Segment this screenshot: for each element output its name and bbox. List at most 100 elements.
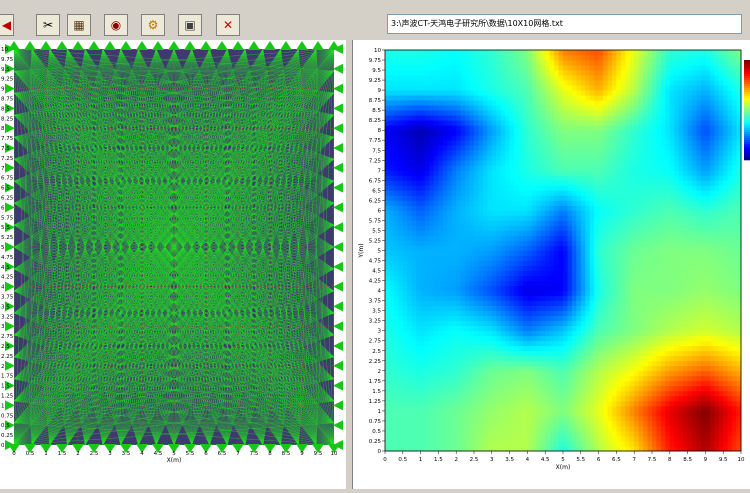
heatmap-cell — [634, 401, 639, 406]
heatmap-cell — [639, 230, 644, 235]
heatmap-cell — [514, 230, 519, 235]
heatmap-cell — [519, 351, 524, 356]
heatmap-cell — [434, 50, 439, 55]
heatmap-cell — [505, 406, 510, 411]
heatmap-cell — [563, 301, 568, 306]
heatmap-cell — [523, 115, 528, 120]
heatmap-cell — [603, 261, 608, 266]
heatmap-cell — [621, 351, 626, 356]
heatmap-cell — [550, 426, 555, 431]
heatmap-cell — [514, 306, 519, 311]
close-button[interactable]: ✕ — [216, 14, 240, 36]
heatmap-cell — [385, 135, 390, 140]
heatmap-cell — [572, 251, 577, 256]
heatmap-cell — [523, 391, 528, 396]
heatmap-cell — [527, 416, 532, 421]
heatmap-cell — [648, 411, 653, 416]
heatmap-cell — [501, 115, 506, 120]
heatmap-cell — [519, 296, 524, 301]
left-arrow-icon[interactable]: ◀ — [0, 14, 14, 36]
heatmap-cell — [474, 286, 479, 291]
heatmap-cell — [563, 421, 568, 426]
heatmap-cell — [385, 130, 390, 135]
heatmap-cell — [447, 301, 452, 306]
heatmap-cell — [443, 145, 448, 150]
heatmap-cell — [492, 441, 497, 446]
heatmap-cell — [639, 436, 644, 441]
heatmap-cell — [501, 220, 506, 225]
heatmap-cell — [652, 441, 657, 446]
heatmap-cell — [496, 316, 501, 321]
heatmap-cell — [572, 336, 577, 341]
heatmap-cell — [572, 180, 577, 185]
heatmap-cell — [585, 110, 590, 115]
heatmap-cell — [559, 406, 564, 411]
heatmap-cell — [603, 90, 608, 95]
heatmap-cell — [554, 195, 559, 200]
file-path-field[interactable]: 3:\声波CT-天鸿电子研究所\数据\10X10网格.txt — [387, 14, 742, 34]
heatmap-cell — [572, 406, 577, 411]
heatmap-cell — [550, 70, 555, 75]
heatmap-cell — [407, 50, 412, 55]
heatmap-cell — [394, 276, 399, 281]
heatmap-cell — [483, 100, 488, 105]
heatmap-cell — [545, 441, 550, 446]
transducer-marker — [5, 400, 15, 410]
heatmap-cell — [585, 431, 590, 436]
contour-button[interactable]: ◉ — [104, 14, 128, 36]
heatmap-cell — [385, 301, 390, 306]
heatmap-cell — [643, 266, 648, 271]
heatmap-cell — [510, 150, 515, 155]
heatmap-cell — [527, 341, 532, 346]
heatmap-cell — [541, 140, 546, 145]
heatmap-cell — [630, 361, 635, 366]
panel-splitter[interactable] — [345, 40, 353, 489]
heatmap-cell — [576, 441, 581, 446]
settings-button[interactable]: ⚙ — [141, 14, 165, 36]
heatmap-cell — [412, 120, 417, 125]
heatmap-cell — [470, 361, 475, 366]
heatmap-cell — [403, 411, 408, 416]
heatmap-cell — [550, 230, 555, 235]
heatmap-cell — [567, 326, 572, 331]
heatmap-cell — [470, 431, 475, 436]
heatmap-cell — [648, 140, 653, 145]
heatmap-cell — [434, 75, 439, 80]
heatmap-cell — [594, 120, 599, 125]
heatmap-cell — [461, 256, 466, 261]
heatmap-cell — [456, 426, 461, 431]
heatmap-cell — [643, 130, 648, 135]
heatmap-cell — [648, 195, 653, 200]
heatmap-cell — [456, 416, 461, 421]
heatmap-cell — [590, 105, 595, 110]
heatmap-cell — [559, 155, 564, 160]
tools-button[interactable]: ✂ — [36, 14, 60, 36]
heatmap-cell — [483, 326, 488, 331]
export-button[interactable]: ▣ — [178, 14, 202, 36]
heatmap-cell — [554, 95, 559, 100]
heatmap-cell — [603, 165, 608, 170]
heatmap-cell — [483, 376, 488, 381]
heatmap-cell — [550, 321, 555, 326]
heatmap-cell — [616, 361, 621, 366]
heatmap-cell — [532, 155, 537, 160]
heatmap-cell — [648, 391, 653, 396]
heatmap-cell — [621, 75, 626, 80]
heatmap-cell — [425, 396, 430, 401]
heatmap-cell — [621, 346, 626, 351]
heatmap-cell — [412, 190, 417, 195]
heatmap-cell — [567, 190, 572, 195]
heatmap-cell — [554, 190, 559, 195]
heatmap-cell — [621, 386, 626, 391]
heatmap-cell — [536, 401, 541, 406]
heatmap-cell — [554, 185, 559, 190]
heatmap-cell — [452, 175, 457, 180]
heatmap-cell — [487, 311, 492, 316]
heatmap-cell — [416, 165, 421, 170]
heatmap-cell — [456, 165, 461, 170]
mesh-button[interactable]: ▦ — [67, 14, 91, 36]
heatmap-cell — [527, 346, 532, 351]
heatmap-cell — [407, 336, 412, 341]
heatmap-cell — [470, 75, 475, 80]
heatmap-cell — [474, 291, 479, 296]
